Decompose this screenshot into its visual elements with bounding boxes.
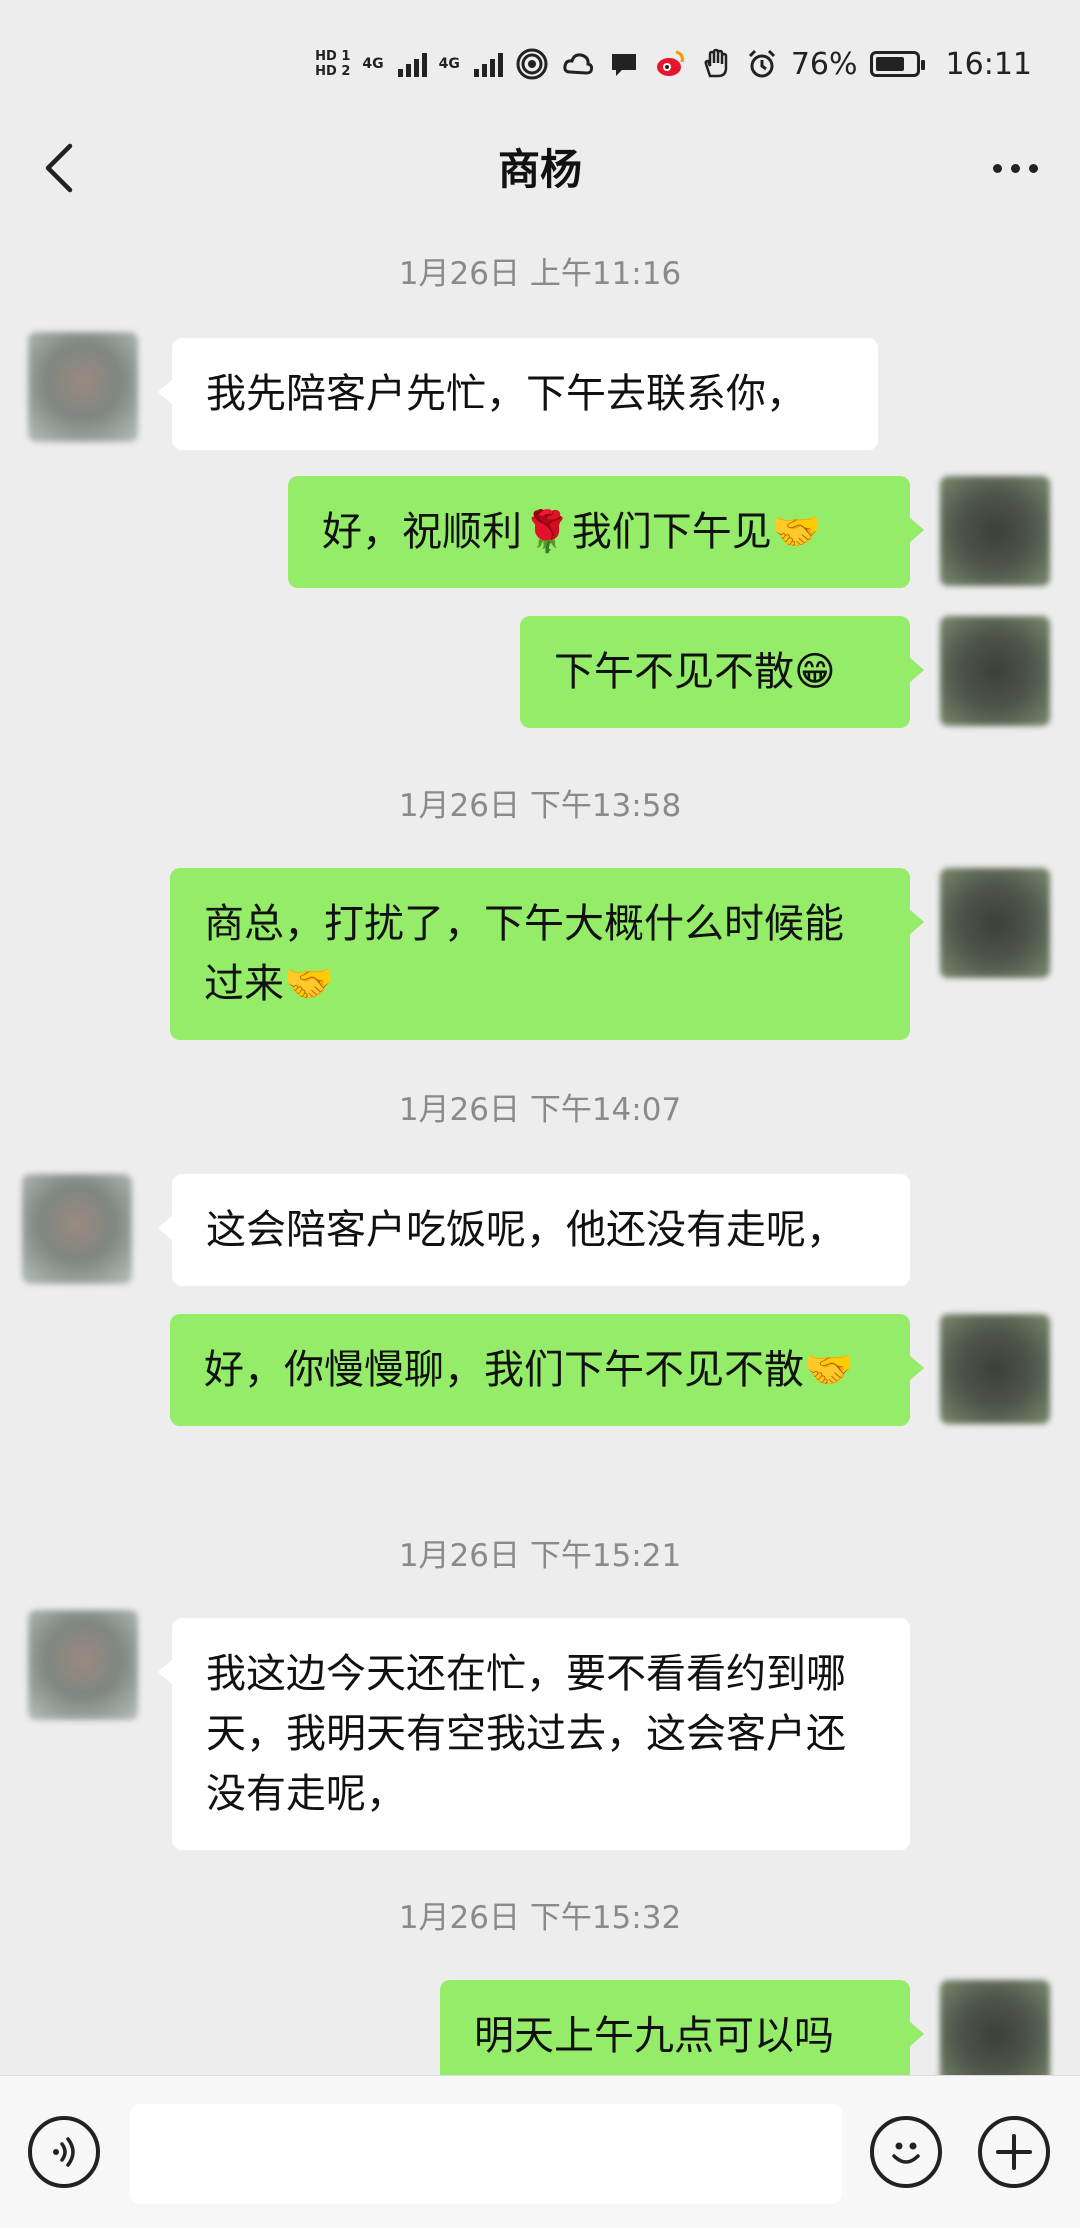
emoji-button[interactable] [870,2116,942,2188]
plus-button[interactable] [978,2116,1050,2188]
message-list[interactable]: 1月26日 上午11:16 我先陪客户先忙，下午去联系你， 好，祝顺利🌹我们下午… [0,220,1080,2075]
sim-indicator: HD 1 HD 2 [315,49,350,79]
battery-fill [875,57,905,71]
emoji-icon [892,2142,920,2164]
message-bubble[interactable]: 下午不见不散😁 [520,616,924,728]
message-input[interactable] [130,2104,842,2204]
weibo-icon [653,47,687,81]
timestamp: 1月26日 上午11:16 [398,256,682,292]
timestamp: 1月26日 下午15:21 [398,1538,682,1574]
timestamp: 1月26日 下午15:32 [398,1900,682,1936]
message-bubble[interactable]: 这会陪客户吃饭呢，他还没有走呢， [158,1174,910,1286]
message-bubble[interactable]: 好，祝顺利🌹我们下午见🤝 [288,476,924,588]
alarm-icon [745,47,779,81]
signal-icon [397,51,427,77]
hotspot-icon [515,47,549,81]
voice-icon [53,2137,75,2167]
more-options-button[interactable] [980,138,1050,198]
signal-icon-2 [473,51,503,77]
avatar[interactable] [940,1314,1050,1424]
message-bubble[interactable]: 我先陪客户先忙，下午去联系你， [158,338,878,450]
chat-header: 商杨 [0,120,1080,220]
plus-icon [996,2134,1032,2170]
avatar[interactable] [940,1980,1050,2075]
status-bar: HD 1 HD 2 4G 4G 76% 16:11 [0,0,1080,120]
avatar[interactable] [28,332,138,442]
net1-label: 4G [362,56,384,72]
avatar[interactable] [940,476,1050,586]
message-bubble[interactable]: 好，你慢慢聊，我们下午不见不散🤝 [170,1314,924,1426]
message-bubble[interactable]: 明天上午九点可以吗 [440,1980,924,2075]
page-title: 商杨 [497,145,582,194]
battery-icon [869,51,925,77]
avatar[interactable] [22,1174,132,1284]
hd1-label: HD 1 [315,49,351,64]
message-icon [607,47,641,81]
hd2-label: HD 2 [315,64,351,79]
input-bar [0,2075,1080,2228]
message-bubble[interactable]: 我这边今天还在忙，要不看看约到哪天，我明天有空我过去，这会客户还没有走呢， [158,1618,910,1850]
avatar[interactable] [940,616,1050,726]
chat-screen: HD 1 HD 2 4G 4G 76% 16:11 商杨 1月26日 上午11:… [0,0,1080,2228]
battery-percent: 76% [790,46,858,82]
clock: 16:11 [945,46,1032,82]
net2-label: 4G [438,56,460,72]
timestamp: 1月26日 下午14:07 [398,1092,682,1128]
more-dot-icon [992,163,1002,173]
cloud-icon [561,47,595,81]
avatar[interactable] [28,1610,138,1720]
avatar[interactable] [940,868,1050,978]
status-icons: HD 1 HD 2 4G 4G 76% 16:11 [315,42,1032,86]
message-bubble[interactable]: 商总，打扰了，下午大概什么时候能过来🤝 [170,868,924,1040]
voice-button[interactable] [28,2116,100,2188]
timestamp: 1月26日 下午13:58 [398,788,682,824]
hand-icon [699,47,733,81]
